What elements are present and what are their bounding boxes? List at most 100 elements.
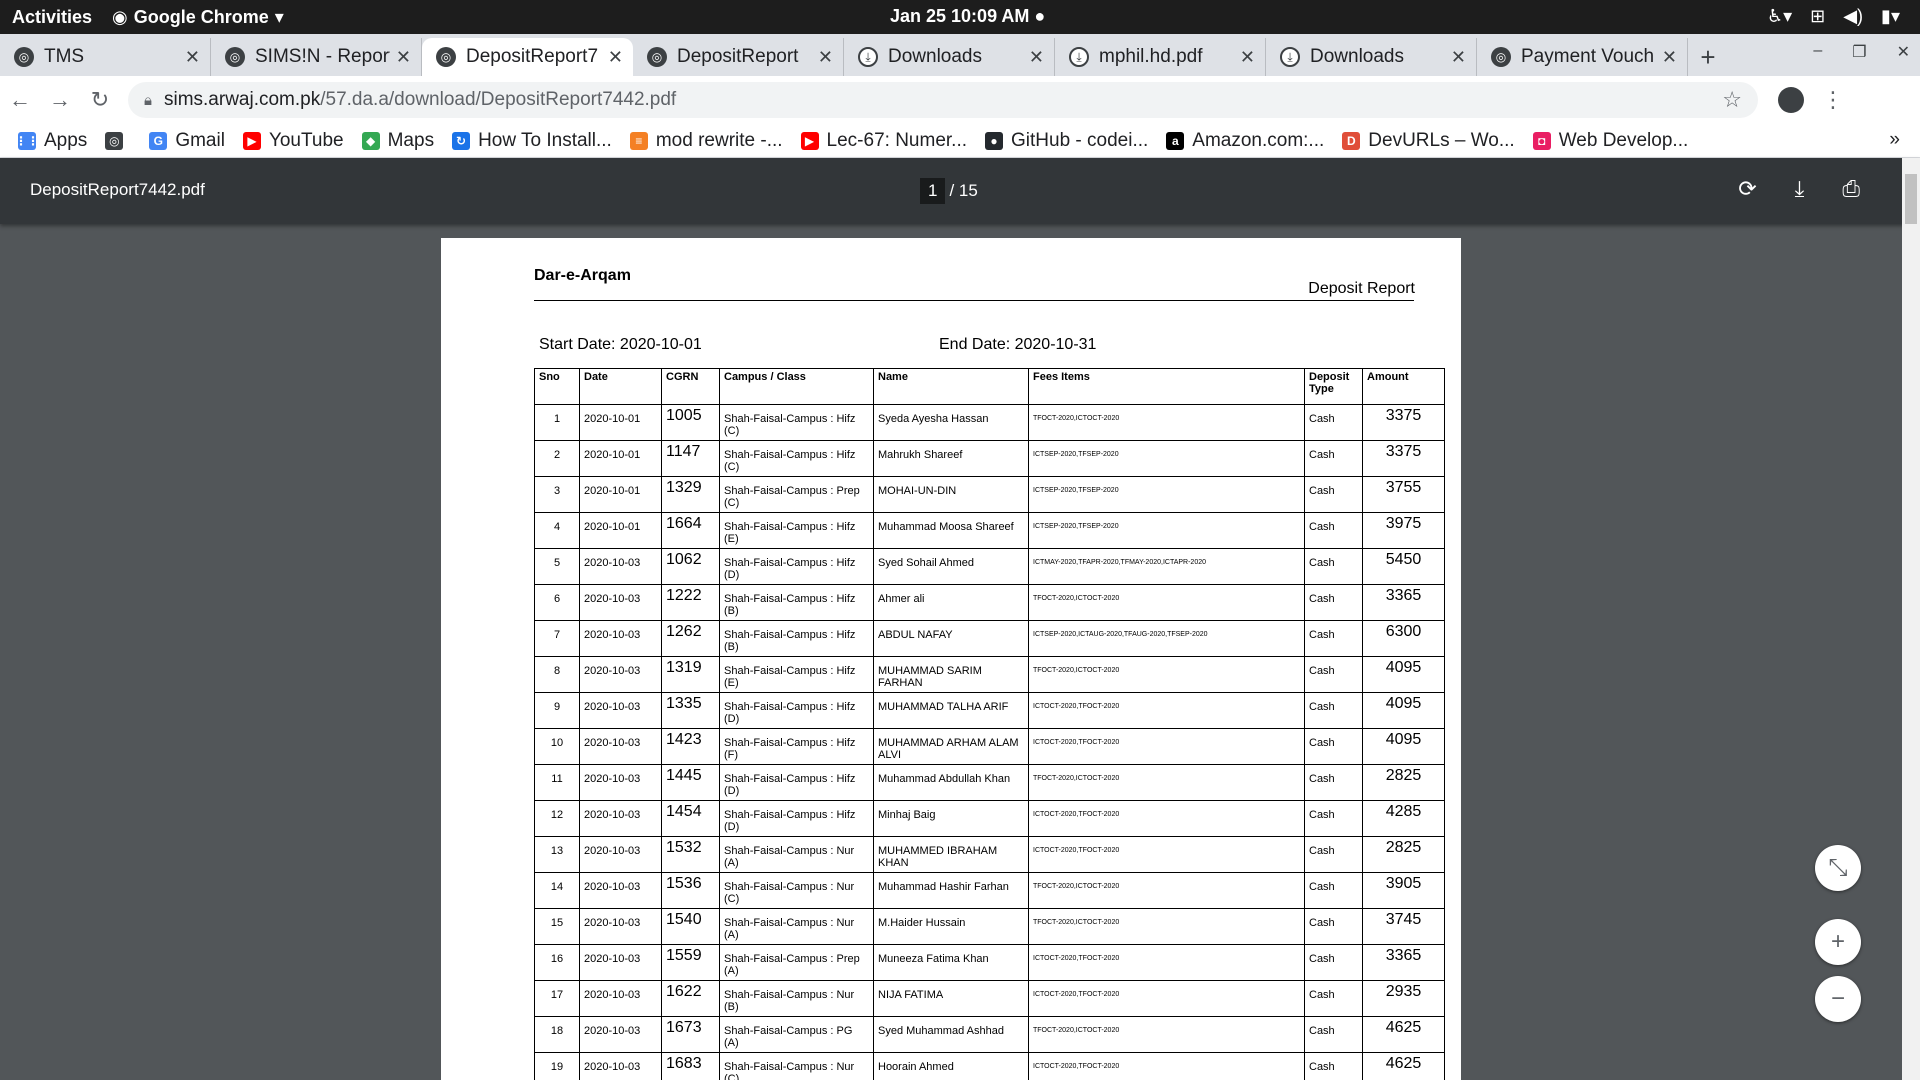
lock-icon[interactable]: 🔒︎ xyxy=(144,92,152,109)
forward-icon[interactable]: → xyxy=(40,87,80,113)
cell-amount: 3365 xyxy=(1362,584,1445,621)
battery-icon[interactable]: ▮▾ xyxy=(1881,6,1900,27)
cell-cgrn: 1536 xyxy=(661,872,720,909)
cell-sno: 2 xyxy=(534,440,580,477)
system-tray[interactable]: ♿▾ ⊞ ◀) ▮▾ xyxy=(1767,6,1900,27)
bookmark-favicon-icon: ▶ xyxy=(242,131,261,150)
bookmark-label: mod rewrite -... xyxy=(655,129,783,151)
clock[interactable]: Jan 25 10:09 AM ● xyxy=(890,6,1045,27)
close-window-icon[interactable]: ✕ xyxy=(1897,42,1910,62)
tab-6[interactable]: ⤓ Downloads ✕ xyxy=(1266,38,1477,76)
cell-cgrn: 1062 xyxy=(661,548,720,585)
back-icon[interactable]: ← xyxy=(0,87,40,113)
close-icon[interactable]: ✕ xyxy=(1240,47,1255,68)
cell-amount: 4095 xyxy=(1362,656,1445,693)
cell-dtype: Cash xyxy=(1304,944,1363,981)
cell-fees: TFOCT-2020,ICTOCT-2020 xyxy=(1028,908,1305,945)
cell-amount: 4625 xyxy=(1362,1052,1445,1080)
bookmark-item-3[interactable]: ▶ YouTube xyxy=(242,130,344,152)
cell-name: Minhaj Baig xyxy=(873,800,1029,837)
cell-fees: TFOCT-2020,ICTOCT-2020 xyxy=(1028,872,1305,909)
column-header: Amount xyxy=(1362,368,1445,405)
cell-date: 2020-10-03 xyxy=(579,944,662,981)
browser-toolbar: ← → ↻ 🔒︎ sims.arwaj.com.pk/57.da.a/downl… xyxy=(0,76,1920,124)
download-favicon-icon: ⤓ xyxy=(858,47,878,67)
network-icon[interactable]: ⊞ xyxy=(1810,6,1825,27)
cell-dtype: Cash xyxy=(1304,764,1363,801)
app-menu[interactable]: ◉ Google Chrome ▾ xyxy=(112,7,284,28)
cell-name: Muhammad Hashir Farhan xyxy=(873,872,1029,909)
table-row: 13 2020-10-03 1532 Shah-Faisal-Campus : Nur… xyxy=(534,836,1445,873)
scrollbar-thumb[interactable] xyxy=(1905,174,1917,224)
cell-fees: ICTSEP-2020,TFSEP-2020 xyxy=(1028,512,1305,549)
tab-1[interactable]: ◎ SIMS!N - Report ✕ xyxy=(211,38,422,76)
close-icon[interactable]: ✕ xyxy=(608,47,623,68)
bookmarks-overflow-icon[interactable]: » xyxy=(1889,129,1900,151)
print-icon[interactable]: ⎙ xyxy=(1842,176,1860,202)
cell-campus: Shah-Faisal-Campus : Hifz (E) xyxy=(719,512,874,549)
tab-5[interactable]: ⤓ mphil.hd.pdf ✕ xyxy=(1055,38,1266,76)
minimize-icon[interactable]: – xyxy=(1813,42,1822,62)
bookmark-item-10[interactable]: D DevURLs – Wo... xyxy=(1342,130,1515,152)
tab-4[interactable]: ⤓ Downloads ✕ xyxy=(844,38,1055,76)
scrollbar[interactable] xyxy=(1902,158,1920,1080)
cell-fees: ICTOCT-2020,TFOCT-2020 xyxy=(1028,1052,1305,1080)
bookmark-item-2[interactable]: G Gmail xyxy=(149,130,225,152)
volume-icon[interactable]: ◀) xyxy=(1843,6,1863,27)
restore-icon[interactable]: ❐ xyxy=(1852,42,1866,62)
bookmark-favicon-icon: ◘ xyxy=(1532,131,1551,150)
cell-amount: 5450 xyxy=(1362,548,1445,585)
fit-to-page-icon[interactable]: ⤡ xyxy=(1815,845,1861,891)
app-name: Google Chrome xyxy=(133,6,269,27)
bookmark-star-icon[interactable]: ☆ xyxy=(1722,87,1742,113)
cell-name: Syeda Ayesha Hassan xyxy=(873,404,1029,441)
cell-date: 2020-10-01 xyxy=(579,404,662,441)
tab-7[interactable]: ◎ Payment Vouch ✕ xyxy=(1477,38,1688,76)
table-row: 9 2020-10-03 1335 Shah-Faisal-Campus : Hifz… xyxy=(534,692,1445,729)
cell-name: Hoorain Ahmed xyxy=(873,1052,1029,1080)
cell-date: 2020-10-03 xyxy=(579,584,662,621)
accessibility-icon[interactable]: ♿▾ xyxy=(1767,6,1792,27)
activities-button[interactable]: Activities xyxy=(12,7,92,28)
cell-cgrn: 1319 xyxy=(661,656,720,693)
close-icon[interactable]: ✕ xyxy=(396,47,411,68)
bookmark-item-7[interactable]: ▶ Lec-67: Numer... xyxy=(800,130,967,152)
table-row: 14 2020-10-03 1536 Shah-Faisal-Campus : Nur… xyxy=(534,872,1445,909)
close-icon[interactable]: ✕ xyxy=(1451,47,1466,68)
bookmark-favicon-icon: D xyxy=(1342,131,1361,150)
zoom-in-icon[interactable]: + xyxy=(1815,919,1861,965)
download-icon[interactable]: ⤓ xyxy=(1795,176,1805,202)
tab-3[interactable]: ◎ DepositReport ✕ xyxy=(633,38,844,76)
close-icon[interactable]: ✕ xyxy=(1029,47,1044,68)
zoom-out-icon[interactable]: − xyxy=(1815,976,1861,1022)
cell-dtype: Cash xyxy=(1304,404,1363,441)
cell-amount: 3745 xyxy=(1362,908,1445,945)
bookmark-item-8[interactable]: ● GitHub - codei... xyxy=(985,130,1148,152)
bookmark-item-6[interactable]: ≡ mod rewrite -... xyxy=(629,129,783,152)
chevron-down-icon: ▾ xyxy=(274,6,284,27)
reload-icon[interactable]: ↻ xyxy=(80,87,120,113)
bookmark-item-4[interactable]: ◆ Maps xyxy=(361,130,434,152)
table-row: 1 2020-10-01 1005 Shah-Faisal-Campus : Hifz… xyxy=(534,404,1445,441)
bookmark-item-5[interactable]: ↻ How To Install... xyxy=(452,130,612,152)
table-row: 17 2020-10-03 1622 Shah-Faisal-Campus : Nur… xyxy=(534,980,1445,1017)
tab-strip: ◎ TMS ✕ ◎ SIMS!N - Report ✕ ◎ DepositReport7 ✕ ◎ D… xyxy=(0,34,1920,76)
bookmark-favicon-icon: a xyxy=(1166,131,1185,150)
address-bar[interactable]: 🔒︎ sims.arwaj.com.pk/57.da.a/download/De… xyxy=(128,82,1758,118)
close-icon[interactable]: ✕ xyxy=(818,47,833,68)
page-number-input[interactable]: 1 xyxy=(920,178,946,204)
close-icon[interactable]: ✕ xyxy=(185,47,200,68)
bookmark-item-9[interactable]: a Amazon.com:... xyxy=(1166,130,1324,152)
close-icon[interactable]: ✕ xyxy=(1662,47,1677,68)
tab-0[interactable]: ◎ TMS ✕ xyxy=(0,38,211,76)
bookmark-item-1[interactable]: ◎ xyxy=(105,131,131,150)
profile-avatar[interactable] xyxy=(1778,87,1804,113)
bookmark-item-11[interactable]: ◘ Web Develop... xyxy=(1532,130,1688,152)
tab-2[interactable]: ◎ DepositReport7 ✕ xyxy=(422,38,633,76)
menu-icon[interactable]: ⋮ xyxy=(1822,87,1844,113)
rotate-icon[interactable]: ⟳ xyxy=(1738,176,1756,202)
new-tab-icon[interactable]: + xyxy=(1688,38,1728,76)
cell-dtype: Cash xyxy=(1304,908,1363,945)
bookmark-item-0[interactable]: ⋮⋮ Apps xyxy=(15,130,87,152)
cell-sno: 9 xyxy=(534,692,580,729)
